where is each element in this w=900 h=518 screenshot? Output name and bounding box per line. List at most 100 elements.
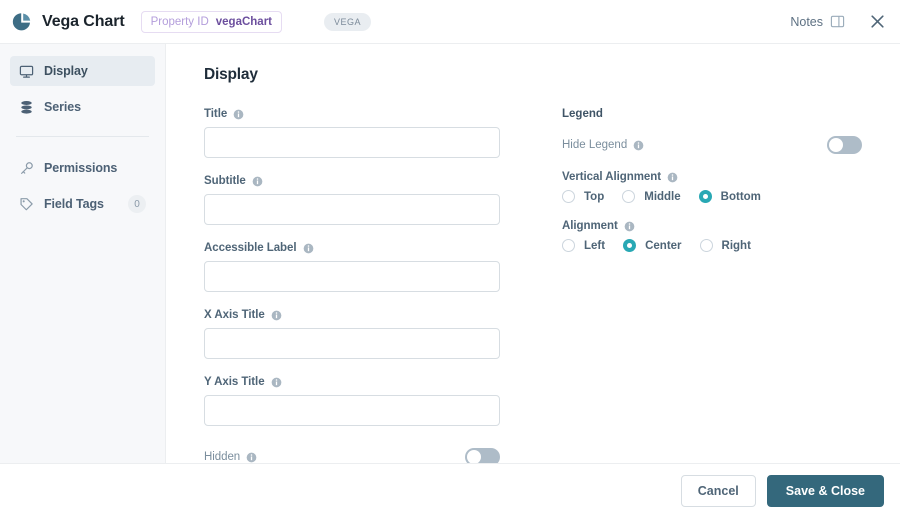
left-column: Title Subtitle Accessible Label X Axis T… xyxy=(204,108,500,463)
field-y-axis-title: Y Axis Title xyxy=(204,376,500,426)
subtitle-input[interactable] xyxy=(204,194,500,225)
field-label: Accessible Label xyxy=(204,242,297,254)
y-axis-title-input[interactable] xyxy=(204,395,500,426)
notes-label: Notes xyxy=(790,14,823,29)
main-panel: Display Title Subtitle Accessible Label … xyxy=(166,44,900,463)
panel-icon xyxy=(830,15,845,28)
sidebar-item-series[interactable]: Series xyxy=(10,92,155,122)
radio-label: Left xyxy=(584,239,606,252)
alignment-radio-group: Left Center Right xyxy=(562,239,862,252)
info-icon[interactable] xyxy=(667,172,678,183)
property-id-pill: Property ID vegaChart xyxy=(140,10,283,33)
monitor-icon xyxy=(19,65,34,78)
toggle-knob xyxy=(467,450,481,463)
key-icon xyxy=(21,161,33,174)
info-icon[interactable] xyxy=(252,176,263,187)
info-icon[interactable] xyxy=(624,221,635,232)
accessible-label-input[interactable] xyxy=(204,261,500,292)
sidebar-item-field-tags[interactable]: Field Tags 0 xyxy=(10,189,155,219)
right-column: Legend Hide Legend Vertical Alignment To… xyxy=(562,108,862,269)
legend-group-title: Legend xyxy=(562,108,603,120)
radio-align-center[interactable]: Center xyxy=(623,239,682,252)
info-icon[interactable] xyxy=(246,452,257,463)
hidden-toggle[interactable] xyxy=(465,448,500,463)
field-label-wrap: Subtitle xyxy=(204,175,500,187)
field-label-wrap: X Axis Title xyxy=(204,309,500,321)
field-label: Subtitle xyxy=(204,175,246,187)
field-label: Title xyxy=(204,108,228,120)
radio-circle xyxy=(562,190,575,203)
field-title: Title xyxy=(204,108,500,158)
info-icon[interactable] xyxy=(233,109,244,120)
radio-label: Top xyxy=(584,190,605,203)
hidden-label-wrap: Hidden xyxy=(204,451,257,463)
radio-circle xyxy=(699,239,713,252)
info-icon[interactable] xyxy=(271,377,282,388)
hide-legend-row: Hide Legend xyxy=(562,136,862,154)
radio-label: Bottom xyxy=(720,190,761,203)
hidden-label: Hidden xyxy=(204,451,241,463)
tag-icon xyxy=(20,197,33,210)
vertical-alignment-label-wrap: Vertical Alignment xyxy=(562,171,862,183)
field-subtitle: Subtitle xyxy=(204,175,500,225)
database-icon xyxy=(21,100,32,114)
field-label-wrap: Accessible Label xyxy=(204,242,500,254)
info-icon[interactable] xyxy=(303,243,314,254)
page-title: Vega Chart xyxy=(42,12,125,30)
section-title: Display xyxy=(204,66,258,83)
field-accessible-label: Accessible Label xyxy=(204,242,500,292)
field-label-wrap: Title xyxy=(204,108,500,120)
radio-vertical-middle[interactable]: Middle xyxy=(622,190,681,203)
radio-circle xyxy=(562,239,575,252)
cancel-button[interactable]: Cancel xyxy=(680,475,756,507)
radio-vertical-top[interactable]: Top xyxy=(562,190,604,203)
sidebar-divider xyxy=(16,136,149,137)
sidebar: Display Series Permissions Field Tags 0 xyxy=(0,44,166,463)
type-badge: VEGA xyxy=(324,12,372,31)
radio-circle xyxy=(622,190,636,203)
x-axis-title-input[interactable] xyxy=(204,328,500,359)
sidebar-item-label: Series xyxy=(44,100,81,114)
sidebar-item-label: Display xyxy=(44,64,88,78)
radio-align-left[interactable]: Left xyxy=(562,239,605,252)
radio-label: Center xyxy=(645,239,682,252)
property-id-value: vegaChart xyxy=(215,15,273,28)
notes-button[interactable]: Notes xyxy=(790,14,845,29)
pie-chart-icon xyxy=(12,12,31,30)
property-id-label: Property ID xyxy=(150,15,209,28)
info-icon[interactable] xyxy=(633,140,644,151)
field-label-wrap: Y Axis Title xyxy=(204,376,500,388)
field-label: Y Axis Title xyxy=(204,376,265,388)
save-and-close-button[interactable]: Save & Close xyxy=(766,475,884,507)
vertical-alignment-label: Vertical Alignment xyxy=(562,171,662,183)
title-input[interactable] xyxy=(204,127,500,158)
close-icon[interactable] xyxy=(869,13,886,30)
field-tags-count-badge: 0 xyxy=(128,195,146,213)
radio-circle xyxy=(698,190,712,203)
sidebar-item-label: Permissions xyxy=(44,161,118,175)
sidebar-item-permissions[interactable]: Permissions xyxy=(10,153,155,183)
alignment-label-wrap: Alignment xyxy=(562,220,862,232)
alignment-label: Alignment xyxy=(562,220,618,232)
sidebar-item-label: Field Tags xyxy=(44,197,104,211)
dialog-footer: Cancel Save & Close xyxy=(0,464,900,518)
radio-align-right[interactable]: Right xyxy=(699,239,751,252)
form-columns: Title Subtitle Accessible Label X Axis T… xyxy=(204,108,870,463)
vega-chart-editor-dialog: Vega Chart Property ID vegaChart VEGA No… xyxy=(0,0,900,518)
dialog-header: Vega Chart Property ID vegaChart VEGA No… xyxy=(0,0,900,44)
info-icon[interactable] xyxy=(271,310,282,321)
field-x-axis-title: X Axis Title xyxy=(204,309,500,359)
hide-legend-label: Hide Legend xyxy=(562,139,628,151)
hidden-toggle-row: Hidden xyxy=(204,448,500,463)
sidebar-item-display[interactable]: Display xyxy=(10,56,155,86)
radio-label: Right xyxy=(721,239,751,252)
hide-legend-label-wrap: Hide Legend xyxy=(562,139,644,151)
toggle-knob xyxy=(829,138,843,152)
vertical-alignment-radio-group: Top Middle Bottom xyxy=(562,190,862,203)
radio-label: Middle xyxy=(644,190,681,203)
radio-circle xyxy=(623,239,637,252)
dialog-body: Display Series Permissions Field Tags 0 … xyxy=(0,44,900,464)
radio-vertical-bottom[interactable]: Bottom xyxy=(698,190,761,203)
hide-legend-toggle[interactable] xyxy=(827,136,862,154)
field-label: X Axis Title xyxy=(204,309,265,321)
